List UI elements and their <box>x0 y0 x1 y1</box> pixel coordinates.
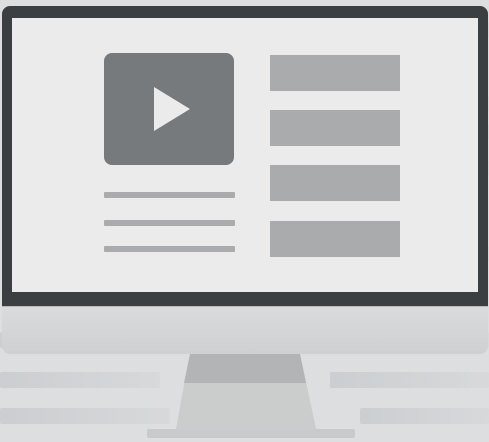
content-block <box>270 221 400 257</box>
stand-neck <box>176 354 316 429</box>
monitor-icon <box>0 0 489 442</box>
text-placeholder-line <box>104 192 235 198</box>
stand-shadow <box>184 354 306 383</box>
text-placeholder-line <box>104 246 235 252</box>
text-placeholder-line <box>104 220 235 226</box>
play-icon <box>154 87 190 131</box>
stand-highlight <box>176 383 316 429</box>
video-thumbnail <box>104 53 234 165</box>
monitor-screen <box>12 18 478 292</box>
stand-base <box>147 429 355 438</box>
monitor-chin <box>2 306 488 354</box>
content-block <box>270 165 400 201</box>
content-block <box>270 110 400 146</box>
content-block <box>270 55 400 91</box>
